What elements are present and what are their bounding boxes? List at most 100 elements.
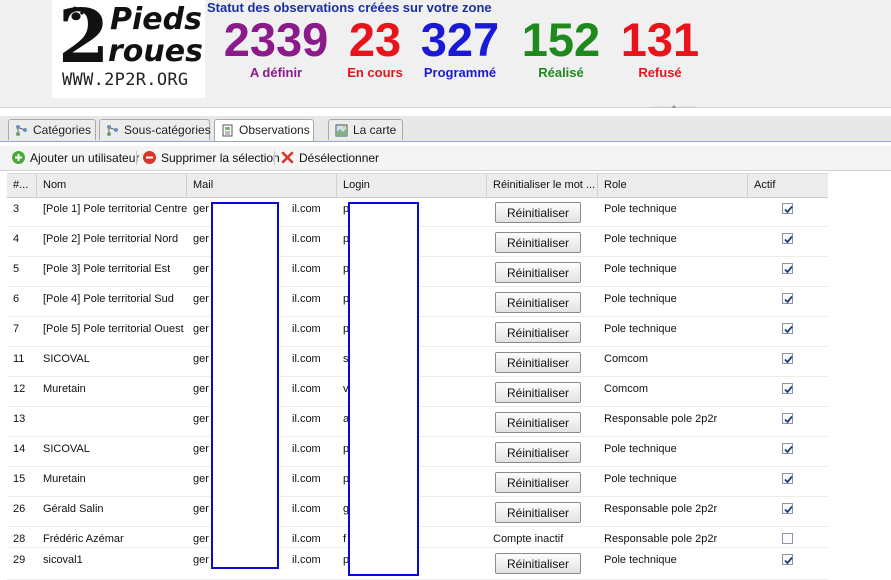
reset-password-button[interactable]: Réinitialiser: [495, 322, 581, 343]
cell-mail-domain: il.com: [292, 203, 321, 215]
cell-mail-domain: il.com: [292, 473, 321, 485]
actif-checkbox[interactable]: [782, 293, 793, 304]
reset-password-button[interactable]: Réinitialiser: [495, 202, 581, 223]
stat-value: 2339: [223, 13, 329, 66]
stat-label: En cours: [347, 65, 403, 80]
logo-2p2r: 2 Pieds roues WWW.2P2R.ORG: [52, 0, 205, 98]
reset-password-button[interactable]: Réinitialiser: [495, 382, 581, 403]
add-user-button[interactable]: Ajouter un utilisateur: [12, 150, 139, 166]
cell-id: 29: [13, 554, 26, 566]
reset-password-button[interactable]: Réinitialiser: [495, 442, 581, 463]
stat-value: 131: [620, 13, 700, 66]
stat-realise[interactable]: 152 Réalisé: [514, 14, 608, 80]
stat-a-definir[interactable]: 2339 A définir: [215, 14, 337, 80]
column-header-actif[interactable]: Actif: [748, 174, 828, 197]
cell-mail-domain: il.com: [292, 413, 321, 425]
cell-mail-domain: il.com: [292, 323, 321, 335]
subcategory-tree-icon: [107, 125, 118, 136]
cell-role: Pole technique: [604, 473, 677, 485]
delete-selection-button[interactable]: Supprimer la sélection: [143, 150, 280, 166]
tab-label: La carte: [353, 123, 397, 137]
cell-mail-domain: il.com: [292, 503, 321, 515]
header: 2 Pieds roues WWW.2P2R.ORG Statut des ob…: [0, 0, 891, 108]
cell-role: Pole technique: [604, 293, 677, 305]
reset-password-button[interactable]: Réinitialiser: [495, 553, 581, 574]
reset-password-button[interactable]: Réinitialiser: [495, 352, 581, 373]
add-user-label: Ajouter un utilisateur: [30, 151, 140, 165]
tab-label: Observations: [239, 123, 310, 137]
cell-id: 5: [13, 263, 20, 275]
toolbar-separator: [136, 151, 137, 165]
column-header-reinitialiser[interactable]: Réinitialiser le mot ...: [487, 174, 598, 197]
redaction-box-login: [348, 202, 419, 576]
actif-checkbox[interactable]: [782, 554, 793, 565]
tab-categories[interactable]: Catégories: [8, 119, 96, 140]
cell-id: 14: [13, 443, 26, 455]
actif-checkbox[interactable]: [782, 203, 793, 214]
actif-checkbox[interactable]: [782, 443, 793, 454]
cell-nom: sicoval1: [43, 554, 83, 566]
reset-password-button[interactable]: Réinitialiser: [495, 292, 581, 313]
cell-nom: [Pole 4] Pole territorial Sud: [43, 293, 174, 305]
cell-id: 6: [13, 293, 20, 305]
cell-role: Comcom: [604, 383, 649, 395]
add-icon: [12, 151, 25, 164]
tab-sous-categories[interactable]: Sous-catégories: [99, 119, 211, 140]
cell-mail-domain: il.com: [292, 233, 321, 245]
actif-checkbox[interactable]: [782, 413, 793, 424]
reset-password-button[interactable]: Réinitialiser: [495, 412, 581, 433]
reset-password-button[interactable]: Réinitialiser: [495, 502, 581, 523]
cell-role: Pole technique: [604, 443, 677, 455]
tab-label: Sous-catégories: [124, 123, 211, 137]
users-grid-header: #... Nom Mail Login Réinitialiser le mot…: [7, 173, 828, 198]
cell-mail-domain: il.com: [292, 383, 321, 395]
stat-en-cours[interactable]: 23 En cours: [343, 14, 407, 80]
reset-password-button[interactable]: Réinitialiser: [495, 262, 581, 283]
cell-nom: SICOVAL: [43, 353, 90, 365]
column-header-id[interactable]: #...: [7, 174, 37, 197]
actif-checkbox[interactable]: [782, 503, 793, 514]
actif-checkbox[interactable]: [782, 323, 793, 334]
actif-checkbox[interactable]: [782, 263, 793, 274]
cell-role: Pole technique: [604, 323, 677, 335]
toolbar: Ajouter un utilisateur Supprimer la séle…: [0, 146, 891, 171]
cell-id: 11: [13, 353, 25, 365]
logo-url: WWW.2P2R.ORG: [62, 70, 189, 90]
cell-role: Pole technique: [604, 263, 677, 275]
actif-checkbox[interactable]: [782, 233, 793, 244]
reset-password-button[interactable]: Réinitialiser: [495, 232, 581, 253]
actif-checkbox[interactable]: [782, 473, 793, 484]
cell-role: Pole technique: [604, 554, 677, 566]
stat-value: 327: [420, 13, 500, 66]
tab-bar: Catégories Sous-catégories Observations …: [0, 116, 891, 142]
reset-password-button[interactable]: Réinitialiser: [495, 472, 581, 493]
deselect-button[interactable]: Désélectionner: [281, 150, 379, 166]
stat-refuse[interactable]: 131 Refusé: [614, 14, 706, 80]
cell-nom: Muretain: [43, 473, 86, 485]
actif-checkbox[interactable]: [782, 353, 793, 364]
column-header-nom[interactable]: Nom: [37, 174, 187, 197]
cell-role: Responsable pole 2p2r: [604, 503, 718, 515]
tab-la-carte[interactable]: La carte: [328, 119, 403, 140]
deselect-label: Désélectionner: [299, 151, 380, 165]
tab-observations[interactable]: Observations: [214, 119, 314, 141]
stat-programme[interactable]: 327 Programmé: [413, 14, 507, 80]
delete-icon: [143, 151, 156, 164]
collapse-up-icon[interactable]: [652, 104, 696, 109]
stat-value: 23: [348, 13, 402, 66]
actif-checkbox[interactable]: [782, 383, 793, 394]
cell-nom: Muretain: [43, 383, 86, 395]
cell-role: Responsable pole 2p2r: [604, 413, 718, 425]
cell-mail-domain: il.com: [292, 443, 321, 455]
actif-checkbox[interactable]: [782, 533, 793, 544]
column-header-role[interactable]: Role: [598, 174, 748, 197]
cell-mail-domain: il.com: [292, 263, 321, 275]
logo-numeral: 2: [58, 0, 110, 80]
column-header-mail[interactable]: Mail: [187, 174, 337, 197]
column-header-login[interactable]: Login: [337, 174, 487, 197]
delete-selection-label: Supprimer la sélection: [161, 151, 280, 165]
cell-nom: [Pole 5] Pole territorial Ouest: [43, 323, 184, 335]
redaction-box-mail: [211, 202, 279, 569]
stat-label: A définir: [249, 65, 303, 80]
cell-nom: SICOVAL: [43, 443, 90, 455]
